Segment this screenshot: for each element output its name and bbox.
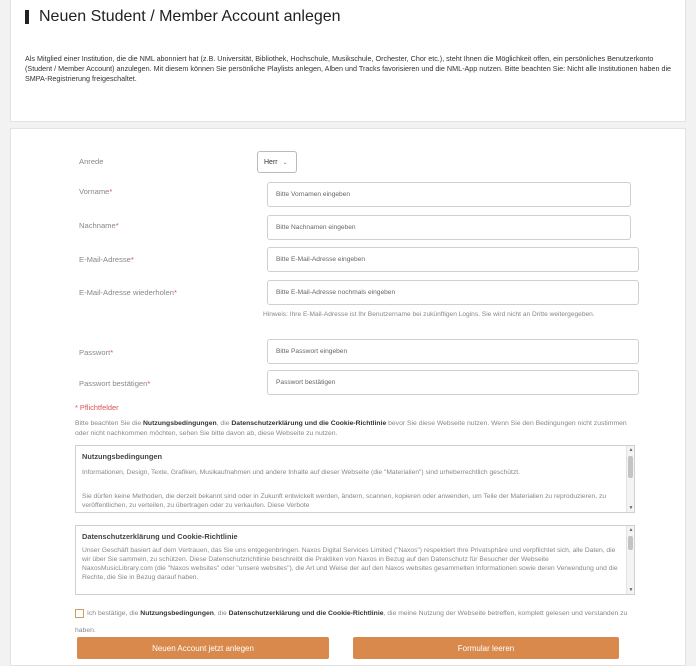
required-note: * Pflichtfelder [75,403,119,412]
scroll-thumb[interactable] [628,456,633,478]
terms-box-text-1: Informationen, Design, Texte, Grafiken, … [82,469,520,476]
terms-box-text-2: Sie dürfen keine Methoden, die derzeit b… [82,493,607,509]
consent-terms-link[interactable]: Nutzungsbedingungen [140,610,214,617]
reset-form-button[interactable]: Formular leeren [353,637,619,659]
anrede-select[interactable]: Herr ⌄ [257,151,297,173]
scroll-up-icon[interactable]: ▲ [627,447,634,453]
password-label: Passwort* [79,348,114,357]
vorname-input[interactable]: Bitte Vornamen eingeben [267,182,631,207]
privacy-box-title: Datenschutzerklärung und Cookie-Richtlin… [82,532,238,541]
consent-row: Ich bestätige, die Nutzungsbedingungen, … [75,608,628,634]
terms-box[interactable]: Nutzungsbedingungen Informationen, Desig… [75,445,635,513]
email-hint: Hinweis: Ihre E-Mail-Adresse ist Ihr Ben… [263,311,595,318]
privacy-link[interactable]: Datenschutzerklärung und die Cookie-Rich… [231,420,386,427]
terms-link[interactable]: Nutzungsbedingungen [143,420,217,427]
chevron-down-icon: ⌄ [282,159,288,166]
terms-box-title: Nutzungsbedingungen [82,452,163,461]
email-repeat-input[interactable]: Bitte E-Mail-Adresse nochmals eingeben [267,280,639,305]
nachname-label: Nachname* [79,221,119,230]
anrede-value: Herr [264,158,278,166]
title-bar [25,10,29,24]
intro-text: Als Mitglied einer Institution, die die … [25,54,672,83]
scroll-down-icon[interactable]: ▼ [627,505,634,511]
page-title-text: Neuen Student / Member Account anlegen [39,8,341,25]
terms-notice: Bitte beachten Sie die Nutzungsbedingung… [75,420,627,437]
consent-checkbox[interactable] [75,608,84,618]
password-confirm-input[interactable]: Passwort bestätigen [267,370,639,395]
scroll-down-icon[interactable]: ▼ [627,587,634,593]
anrede-label: Anrede [79,157,104,166]
scroll-up-icon[interactable]: ▲ [627,527,634,533]
create-account-button[interactable]: Neuen Account jetzt anlegen [77,637,329,659]
nachname-input[interactable]: Bitte Nachnamen eingeben [267,215,631,240]
email-label: E-Mail-Adresse* [79,255,134,264]
consent-privacy-link[interactable]: Datenschutzerklärung und die Cookie-Rich… [229,610,384,617]
privacy-box-text: Unser Geschäft basiert auf dem Vertrauen… [82,547,618,581]
vorname-label: Vorname* [79,187,113,196]
page-title: Neuen Student / Member Account anlegen [25,8,341,26]
email-repeat-label: E-Mail-Adresse wiederholen* [79,288,177,297]
email-input[interactable]: Bitte E-Mail-Adresse eingeben [267,247,639,272]
privacy-box[interactable]: Datenschutzerklärung und Cookie-Richtlin… [75,525,635,595]
registration-form: Anrede Herr ⌄ Vorname* Bitte Vornamen ei… [10,128,686,666]
privacy-scrollbar[interactable]: ▲ ▼ [626,526,634,594]
password-confirm-label: Passwort bestätigen* [79,379,151,388]
password-input[interactable]: Bitte Passwort eingeben [267,339,639,364]
scroll-thumb[interactable] [628,536,633,550]
terms-scrollbar[interactable]: ▲ ▼ [626,446,634,512]
intro-card: Neuen Student / Member Account anlegen A… [10,0,686,122]
